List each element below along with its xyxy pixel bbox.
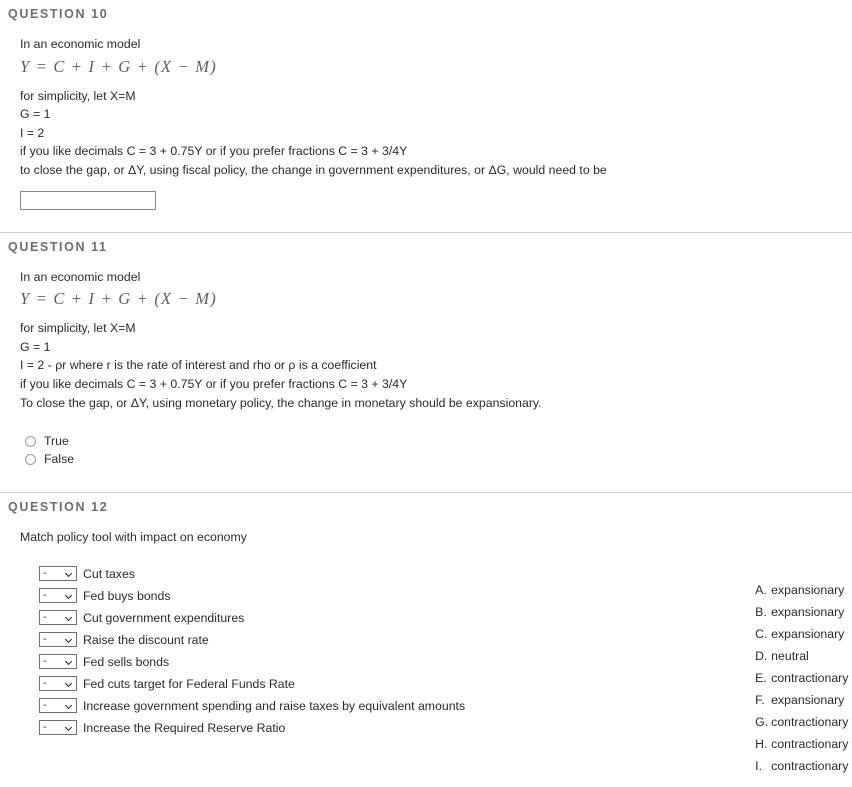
question-block-11: QUESTION 11 In an economic model Y = C +… [0, 232, 852, 493]
question-body-12: Match policy tool with impact on economy… [0, 514, 852, 773]
radio-circle-icon-true[interactable] [25, 435, 36, 447]
question-header-10: QUESTION 10 [8, 7, 109, 21]
radio-option-false[interactable]: False [25, 450, 852, 468]
match-select-value-6: - [43, 699, 47, 712]
assumption-line-10-3: if you like decimals C = 3 + 0.75Y or if… [20, 144, 408, 159]
option-text-h: contractionary [771, 736, 849, 751]
match-label-5: Fed cuts target for Federal Funds Rate [83, 676, 295, 691]
option-text-a: expansionary [771, 582, 845, 597]
match-select-2[interactable]: - [39, 610, 77, 626]
radio-option-true[interactable]: True [25, 432, 852, 450]
match-select-value-3: - [43, 633, 47, 646]
question-header-11: QUESTION 11 [8, 239, 108, 254]
option-text-g: contractionary [771, 714, 849, 729]
matching-options-legend: A. expansionary B. expansionary C. expansio… [721, 569, 852, 773]
matching-area: - Cut taxes - Fed buys bonds - Cut gover… [20, 563, 852, 773]
match-select-value-4: - [43, 655, 47, 668]
match-select-value-7: - [43, 721, 47, 734]
option-item-a: A. expansionary [721, 569, 852, 597]
answer-input-10[interactable] [20, 190, 156, 210]
radio-label-false: False [44, 452, 75, 467]
question-block-12: QUESTION 12 Match policy tool with impac… [0, 493, 852, 773]
match-select-value-5: - [43, 677, 47, 690]
option-text-f: expansionary [771, 692, 845, 707]
question-prompt-10: to close the gap, or ΔY, using fiscal po… [20, 162, 607, 177]
option-letter-d: D. [755, 648, 768, 663]
chevron-down-icon [65, 613, 74, 622]
match-select-5[interactable]: - [39, 676, 77, 692]
chevron-down-icon [65, 723, 74, 732]
option-text-d: neutral [771, 648, 809, 663]
option-text-e: contractionary [771, 670, 849, 685]
question-block-10: QUESTION 10 In an economic model Y = C +… [0, 0, 852, 232]
question-body-10: In an economic model Y = C + I + G + (X … [0, 21, 852, 210]
match-label-2: Cut government expenditures [83, 610, 245, 625]
chevron-down-icon [65, 657, 74, 666]
option-letter-g: G. [755, 714, 769, 729]
question-body-11: In an economic model Y = C + I + G + (X … [0, 254, 852, 469]
assumption-line-11-3: if you like decimals C = 3 + 0.75Y or if… [20, 376, 408, 391]
option-letter-b: B. [755, 604, 767, 619]
chevron-down-icon [65, 701, 74, 710]
match-select-3[interactable]: - [39, 632, 77, 648]
option-letter-c: C. [755, 626, 768, 641]
question-header-12: QUESTION 12 [8, 500, 109, 515]
option-letter-i: I. [755, 758, 763, 773]
option-text-b: expansionary [771, 604, 845, 619]
assumption-line-11-0: for simplicity, let X=M [20, 321, 136, 336]
match-label-0: Cut taxes [83, 566, 135, 581]
economic-model-formula-11: Y = C + I + G + (X − M) [20, 289, 217, 309]
match-label-7: Increase the Required Reserve Ratio [83, 720, 286, 735]
intro-text-10: In an economic model [20, 37, 141, 51]
chevron-down-icon [65, 569, 74, 578]
assumption-line-11-1: G = 1 [20, 339, 51, 354]
match-label-6: Increase government spending and raise t… [83, 698, 466, 713]
assumption-line-10-1: G = 1 [20, 107, 51, 122]
match-select-value-0: - [43, 567, 47, 580]
match-select-0[interactable]: - [39, 566, 77, 582]
match-label-1: Fed buys bonds [83, 588, 171, 603]
option-letter-h: H. [755, 736, 768, 751]
match-select-1[interactable]: - [39, 588, 77, 604]
radio-circle-icon-false[interactable] [25, 453, 36, 465]
option-letter-f: F. [755, 692, 765, 707]
match-select-4[interactable]: - [39, 654, 77, 670]
true-false-radio-group: True False [20, 432, 852, 468]
match-label-3: Raise the discount rate [83, 632, 209, 647]
radio-label-true: True [44, 434, 69, 449]
match-label-4: Fed sells bonds [83, 654, 170, 669]
match-select-6[interactable]: - [39, 698, 77, 714]
question-statement-11: To close the gap, or ΔY, using monetary … [20, 395, 542, 410]
option-letter-a: A. [755, 582, 767, 597]
economic-model-formula-10: Y = C + I + G + (X − M) [20, 56, 217, 76]
option-text-c: expansionary [771, 626, 845, 641]
chevron-down-icon [65, 635, 74, 644]
assumption-line-10-0: for simplicity, let X=M [20, 88, 136, 103]
assumption-line-11-2: I = 2 - ρr where r is the rate of intere… [20, 358, 377, 373]
match-select-value-1: - [43, 589, 47, 602]
assumption-line-10-2: I = 2 [20, 125, 45, 140]
match-select-7[interactable]: - [39, 720, 77, 736]
option-text-i: contractionary [771, 758, 849, 773]
match-select-value-2: - [43, 611, 47, 624]
matching-prompt-12: Match policy tool with impact on economy [20, 530, 247, 545]
intro-text-11: In an economic model [20, 269, 141, 284]
chevron-down-icon [65, 591, 74, 600]
chevron-down-icon [65, 679, 74, 688]
option-letter-e: E. [755, 670, 767, 685]
